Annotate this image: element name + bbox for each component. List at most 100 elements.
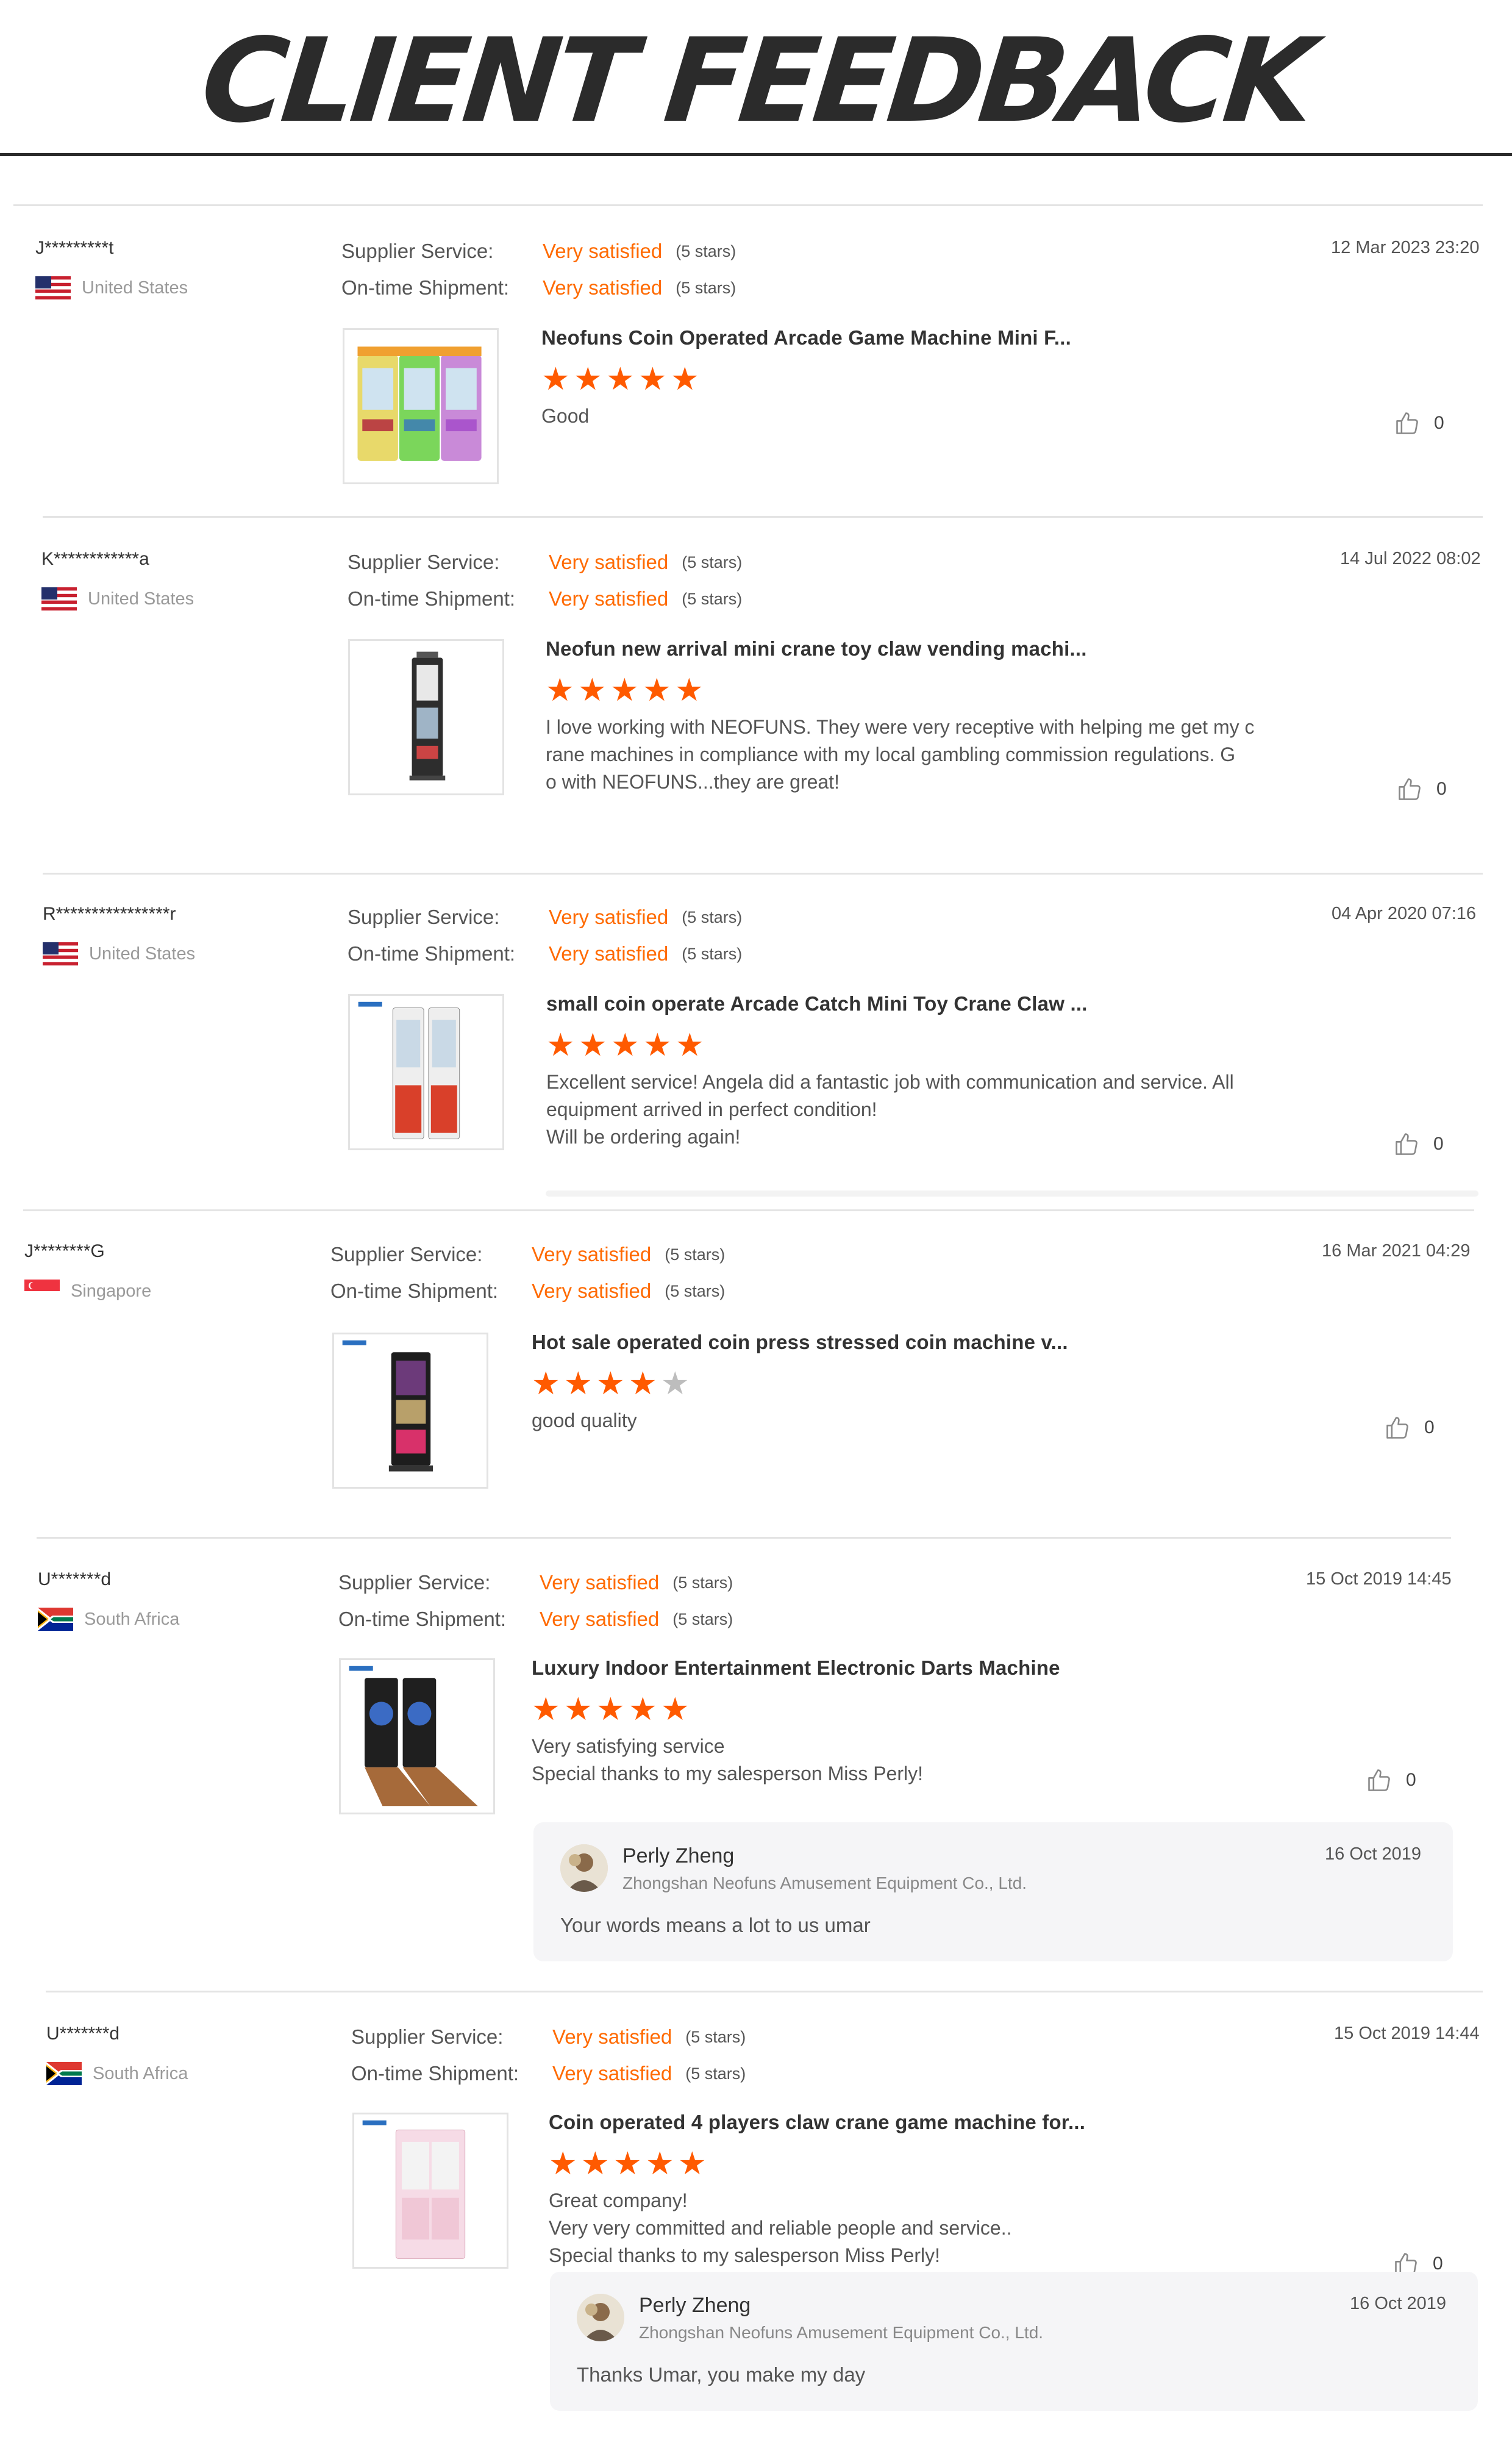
page-title: CLIENT FEEDBACK [195, 13, 1317, 148]
like-button[interactable]: 0 [1396, 775, 1447, 804]
buyer-country: South Africa [38, 1607, 179, 1631]
us-flag-icon [41, 587, 77, 610]
review-date: 15 Oct 2019 14:45 [1306, 1569, 1452, 1589]
us-flag-icon [35, 276, 71, 299]
product-image[interactable] [343, 328, 499, 484]
product-image[interactable] [348, 994, 504, 1150]
review-text: I love working with NEOFUNS. They were v… [546, 714, 1255, 796]
supplier-service-label: Supplier Service: [341, 240, 494, 262]
supplier-service-rating: Supplier Service: Very satisfied (5 star… [338, 1569, 733, 1596]
like-button[interactable]: 0 [1366, 1766, 1416, 1795]
product-image[interactable] [348, 639, 504, 795]
supplier-service-label: Supplier Service: [348, 551, 500, 573]
review-text-line: Good [541, 405, 590, 427]
product-title-link[interactable]: Hot sale operated coin press stressed co… [532, 1331, 1068, 1354]
on-time-shipment-value: Very satisfied [549, 942, 669, 965]
star-filled-icon: ★ [613, 2146, 642, 2182]
product-title-link[interactable]: Neofun new arrival mini crane toy claw v… [546, 637, 1087, 660]
supplier-service-rating: Supplier Service: Very satisfied (5 star… [348, 904, 742, 931]
star-filled-icon: ★ [546, 1028, 575, 1063]
supplier-service-label: Supplier Service: [338, 1571, 491, 1594]
on-time-shipment-rating: On-time Shipment: Very satisfied (5 star… [330, 1278, 725, 1305]
review-text-line: Special thanks to my salesperson Miss Pe… [549, 2244, 941, 2266]
product-image[interactable] [332, 1333, 488, 1489]
review-date: 12 Mar 2023 23:20 [1331, 238, 1480, 257]
review-card: U*******d South Africa Supplier Service:… [38, 1569, 1489, 1972]
product-title-link[interactable]: Coin operated 4 players claw crane game … [549, 2111, 1085, 2134]
reply-date: 16 Oct 2019 [1325, 1844, 1421, 1864]
review-text-line: Special thanks to my salesperson Miss Pe… [532, 1763, 924, 1785]
review-date: 16 Mar 2021 04:29 [1322, 1241, 1471, 1261]
like-button[interactable]: 0 [1384, 1413, 1435, 1442]
star-filled-icon: ★ [646, 2146, 674, 2182]
on-time-shipment-label: On-time Shipment: [348, 587, 516, 610]
on-time-shipment-stars: (5 stars) [682, 944, 743, 963]
on-time-shipment-stars: (5 stars) [665, 1281, 726, 1300]
on-time-shipment-value: Very satisfied [552, 2062, 672, 2085]
supplier-service-value: Very satisfied [540, 1571, 660, 1594]
review-date: 04 Apr 2020 07:16 [1332, 904, 1477, 923]
reply-company: Zhongshan Neofuns Amusement Equipment Co… [639, 2323, 1044, 2342]
like-count: 0 [1433, 1134, 1444, 1154]
on-time-shipment-label: On-time Shipment: [330, 1280, 499, 1302]
review-text-line: equipment arrived in perfect condition! [546, 1098, 877, 1120]
on-time-shipment-label: On-time Shipment: [341, 276, 510, 299]
on-time-shipment-stars: (5 stars) [672, 1609, 733, 1628]
country-label: Singapore [71, 1281, 152, 1301]
reply-author: Perly Zheng [622, 1844, 735, 1867]
star-filled-icon: ★ [578, 673, 607, 708]
supplier-service-label: Supplier Service: [351, 2025, 504, 2048]
thumbs-up-icon [1394, 410, 1421, 437]
product-title-link[interactable]: Neofuns Coin Operated Arcade Game Machin… [541, 326, 1071, 349]
on-time-shipment-rating: On-time Shipment: Very satisfied (5 star… [338, 1606, 733, 1633]
supplier-service-value: Very satisfied [543, 240, 663, 262]
on-time-shipment-value: Very satisfied [532, 1280, 652, 1302]
country-label: United States [89, 943, 196, 964]
review-text: Excellent service! Angela did a fantasti… [546, 1069, 1234, 1151]
buyer-name: R****************r [43, 904, 176, 924]
review-text-line: I love working with NEOFUNS. They were v… [546, 716, 1255, 738]
buyer-name: J*********t [35, 238, 114, 258]
on-time-shipment-stars: (5 stars) [676, 278, 736, 297]
page-header: CLIENT FEEDBACK [0, 0, 1512, 156]
star-filled-icon: ★ [671, 362, 699, 397]
star-filled-icon: ★ [574, 362, 602, 397]
on-time-shipment-rating: On-time Shipment: Very satisfied (5 star… [348, 940, 742, 967]
singapore-flag-icon [24, 1280, 60, 1303]
star-filled-icon: ★ [629, 1366, 657, 1401]
star-filled-icon: ★ [541, 362, 570, 397]
star-filled-icon: ★ [643, 673, 671, 708]
product-rating-stars: ★ ★ ★ ★ ★ [532, 1692, 693, 1727]
supplier-service-label: Supplier Service: [348, 906, 500, 928]
star-filled-icon: ★ [581, 2146, 610, 2182]
product-title-link[interactable]: Luxury Indoor Entertainment Electronic D… [532, 1656, 1060, 1680]
country-label: United States [82, 277, 188, 298]
buyer-country: United States [35, 276, 188, 300]
on-time-shipment-rating: On-time Shipment: Very satisfied (5 star… [351, 2060, 746, 2087]
supplier-service-value: Very satisfied [549, 906, 669, 928]
review-card: U*******d South Africa Supplier Service:… [46, 2024, 1491, 2444]
review-date: 14 Jul 2022 08:02 [1340, 549, 1481, 568]
on-time-shipment-rating: On-time Shipment: Very satisfied (5 star… [348, 585, 742, 612]
review-date: 15 Oct 2019 14:44 [1334, 2024, 1480, 2043]
on-time-shipment-stars: (5 stars) [682, 589, 743, 608]
review-card: K************a United States Supplier Se… [41, 549, 1486, 842]
avatar [560, 1844, 608, 1892]
star-filled-icon: ★ [564, 1692, 593, 1727]
country-label: United States [88, 589, 194, 609]
product-title-link[interactable]: small coin operate Arcade Catch Mini Toy… [546, 992, 1088, 1015]
review-text-line: good quality [532, 1409, 637, 1431]
like-count: 0 [1436, 779, 1447, 799]
star-filled-icon: ★ [676, 1028, 704, 1063]
like-button[interactable]: 0 [1393, 1129, 1444, 1159]
product-rating-stars: ★ ★ ★ ★ ★ [549, 2146, 710, 2182]
divider [13, 204, 1483, 206]
supplier-service-stars: (5 stars) [682, 907, 743, 926]
review-text: Very satisfying service Special thanks t… [532, 1733, 923, 1788]
divider [46, 1991, 1483, 1992]
divider [43, 516, 1483, 518]
like-button[interactable]: 0 [1394, 409, 1444, 438]
product-image[interactable] [339, 1658, 495, 1814]
product-image[interactable] [352, 2113, 508, 2269]
review-card: J********G Singapore Supplier Service: V… [24, 1241, 1488, 1497]
